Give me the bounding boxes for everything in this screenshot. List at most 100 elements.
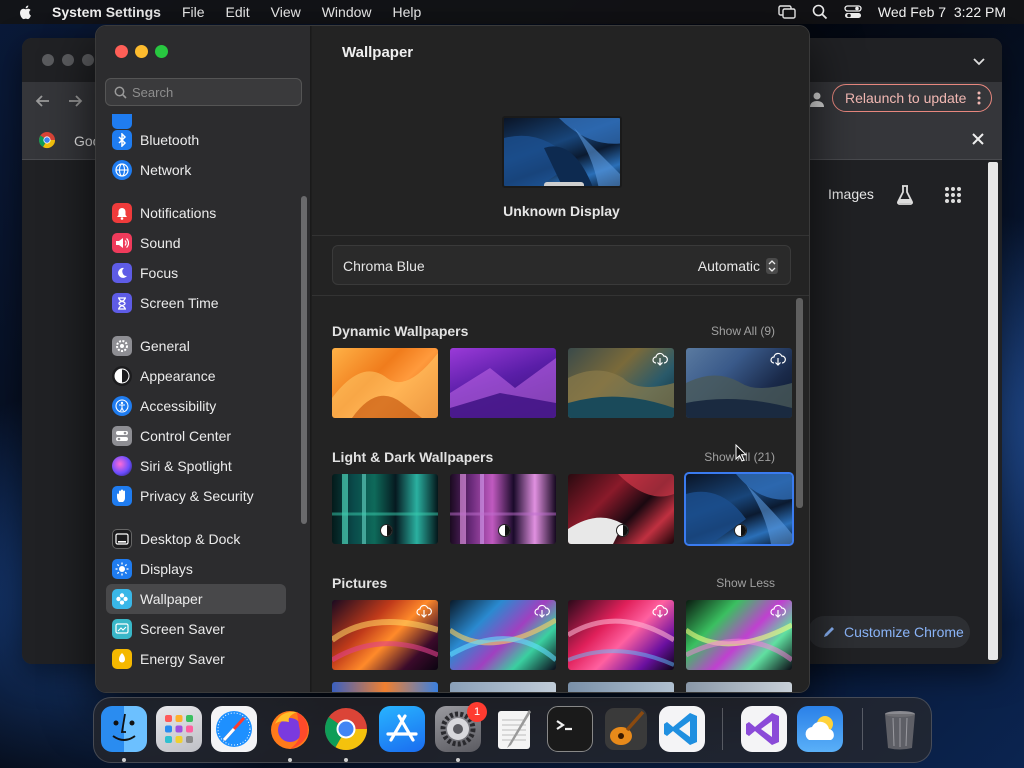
dock-app-store[interactable] [379,706,425,752]
sidebar-item-screen-saver[interactable]: Screen Saver [106,614,286,644]
dock [93,697,932,763]
sidebar-scrollbar[interactable] [301,196,307,524]
light-dark-badge-icon [734,524,747,537]
bell-icon [112,203,132,223]
dock-garageband[interactable] [603,706,649,752]
wallpaper-thumbnail[interactable] [332,348,438,418]
dock-google-chrome[interactable] [323,706,369,752]
sidebar-item-focus[interactable]: Focus [106,258,286,288]
dock-trash[interactable] [877,706,923,752]
sidebar-item-screen-time[interactable]: Screen Time [106,288,286,318]
search-input[interactable] [132,82,297,102]
screen-mirroring-icon[interactable] [778,5,796,19]
cloud-download-icon[interactable] [652,604,668,618]
bluetooth-icon [112,130,132,150]
sidebar-item-label: Privacy & Security [140,488,254,504]
flask-icon[interactable] [894,184,916,206]
wallpaper-thumbnail[interactable] [332,474,438,544]
relaunch-to-update-button[interactable]: Relaunch to update [832,84,992,112]
appearance-mode-select[interactable]: Automatic [698,258,760,274]
chevron-down-icon[interactable] [972,54,986,68]
apple-icon[interactable] [18,4,34,20]
sidebar-item-privacy-security[interactable]: Privacy & Security [106,481,286,511]
wallpaper-thumbnail[interactable] [686,600,792,670]
cloud-download-icon[interactable] [534,604,550,618]
window-minimize-button[interactable] [135,45,148,58]
dock-textedit[interactable] [491,706,537,752]
sidebar-item-siri-spotlight[interactable]: Siri & Spotlight [106,451,286,481]
menu-help[interactable]: Help [393,4,422,20]
sidebar-item-label: General [140,338,190,354]
wallpaper-thumbnail[interactable] [568,348,674,418]
wallpaper-thumbnail[interactable] [686,348,792,418]
sidebar-item-network[interactable]: Network [106,155,286,185]
show-all-dynamic-button[interactable]: Show All (9) [711,324,775,338]
sidebar-item-appearance[interactable]: Appearance [106,361,286,391]
wallpaper-thumbnail[interactable] [332,600,438,670]
spotlight-search-icon[interactable] [812,4,828,20]
dock-safari[interactable] [211,706,257,752]
search-icon [114,86,127,99]
sidebar-item-desktop-dock[interactable]: Desktop & Dock [106,524,286,554]
chrome-scrollbar[interactable] [988,162,998,660]
wallpaper-thumbnail[interactable] [568,600,674,670]
wallpaper-thumbnail-selected[interactable] [684,472,794,546]
profile-icon[interactable] [808,90,826,108]
sidebar-item-displays[interactable]: Displays [106,554,286,584]
sidebar-item-general[interactable]: General [106,331,286,361]
wallpaper-thumbnail[interactable] [450,348,556,418]
control-center-icon[interactable] [844,5,862,19]
window-zoom-button[interactable] [155,45,168,58]
chrome-close-button[interactable] [42,54,54,66]
menu-app-name[interactable]: System Settings [52,4,161,20]
menu-view[interactable]: View [271,4,301,20]
forward-arrow-icon[interactable] [64,90,86,112]
display-name: Unknown Display [503,203,620,219]
dock-visual-studio-code[interactable] [659,706,705,752]
menu-edit[interactable]: Edit [226,4,250,20]
chrome-zoom-button[interactable] [82,54,94,66]
wallpaper-thumbnail[interactable] [686,682,792,692]
sidebar-item-energy-saver[interactable]: Energy Saver [106,644,286,674]
sidebar-item-bluetooth[interactable]: Bluetooth [106,125,286,155]
dock-launchpad[interactable] [156,706,202,752]
show-less-pictures-button[interactable]: Show Less [716,576,775,590]
cloud-download-icon[interactable] [416,604,432,618]
wallpaper-thumbnail[interactable] [450,474,556,544]
close-icon[interactable] [970,131,986,147]
customize-chrome-button[interactable]: Customize Chrome [808,616,970,648]
sidebar-item-label: Screen Time [140,295,219,311]
menu-file[interactable]: File [182,4,205,20]
sidebar-item-wallpaper[interactable]: Wallpaper [106,584,286,614]
sidebar-item-control-center[interactable]: Control Center [106,421,286,451]
dock-weather[interactable] [797,706,843,752]
sidebar-item-notifications[interactable]: Notifications [106,198,286,228]
menu-window[interactable]: Window [322,4,372,20]
light-dark-badge-icon [616,524,629,537]
back-arrow-icon[interactable] [32,90,54,112]
safari-compass-icon [216,711,252,747]
sidebar-item-sound[interactable]: Sound [106,228,286,258]
cloud-download-icon[interactable] [770,604,786,618]
cloud-download-icon[interactable] [652,352,668,366]
images-link[interactable]: Images [828,186,874,202]
chrome-minimize-button[interactable] [62,54,74,66]
dock-finder[interactable] [101,706,147,752]
dock-firefox[interactable] [267,706,313,752]
wallpaper-thumbnail[interactable] [332,682,438,692]
window-close-button[interactable] [115,45,128,58]
cloud-download-icon[interactable] [770,352,786,366]
sidebar-item-accessibility[interactable]: Accessibility [106,391,286,421]
wallpaper-thumbnail[interactable] [450,600,556,670]
wallpaper-thumbnail[interactable] [568,474,674,544]
wallpaper-scrollbar[interactable] [796,298,803,508]
apps-grid-icon[interactable] [944,186,962,204]
dock-visual-studio[interactable] [741,706,787,752]
dock-terminal[interactable] [547,706,593,752]
wallpaper-thumbnail[interactable] [450,682,556,692]
search-field[interactable] [105,78,302,106]
up-down-chevron-icon[interactable] [766,258,778,274]
wallpaper-thumbnail[interactable] [568,682,674,692]
menu-clock[interactable]: Wed Feb 7 3:22 PM [878,4,1006,20]
section-title-light-dark: Light & Dark Wallpapers [332,449,494,465]
